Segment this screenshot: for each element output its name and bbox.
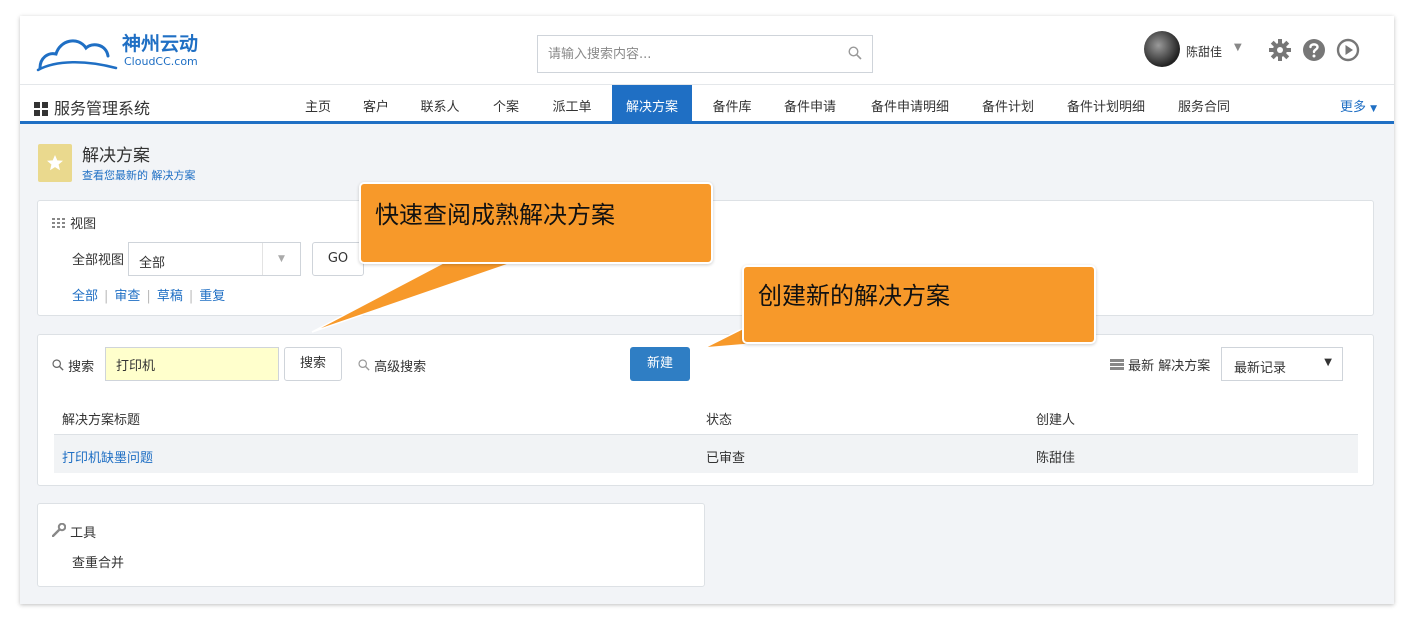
- recent-records-label: 最新 解决方案: [1110, 355, 1210, 374]
- tab-parts-request-detail[interactable]: 备件申请明细: [860, 85, 960, 122]
- caret-down-icon: ▼: [1324, 357, 1332, 368]
- caret-down-icon: ▼: [1370, 104, 1378, 114]
- column-header-title: 解决方案标题: [62, 413, 141, 428]
- view-select-value: 全部: [139, 256, 166, 271]
- chevron-down-icon: ▼: [262, 243, 300, 275]
- tab-parts-plan[interactable]: 备件计划: [972, 85, 1044, 122]
- tab-cases[interactable]: 个案: [482, 85, 530, 122]
- cloud-logo-icon: [36, 39, 118, 72]
- filter-all-link[interactable]: 全部: [72, 289, 98, 304]
- global-search-input[interactable]: [538, 36, 828, 72]
- tab-work-orders[interactable]: 派工单: [542, 85, 602, 122]
- star-icon: [47, 155, 63, 171]
- sort-select-value: 最新记录: [1234, 361, 1287, 376]
- sort-select[interactable]: 最新记录 ▼: [1221, 347, 1343, 381]
- user-name: 陈甜佳: [1186, 45, 1223, 59]
- list-grid-icon: [52, 217, 66, 232]
- page-title: 解决方案: [82, 146, 150, 166]
- view-heading-label: 视图: [70, 217, 97, 232]
- tab-parts-inventory[interactable]: 备件库: [702, 85, 762, 122]
- avatar: [1144, 31, 1180, 67]
- column-header-status: 状态: [706, 413, 733, 428]
- duplicate-merge-link[interactable]: 查重合并: [72, 552, 124, 571]
- search-button[interactable]: 搜索: [284, 347, 342, 381]
- search-label: 搜索: [52, 356, 94, 375]
- app-switcher[interactable]: 服务管理系统: [34, 95, 150, 120]
- brand-name: 神州云动: [122, 33, 199, 55]
- go-button[interactable]: GO: [312, 242, 364, 276]
- filter-draft-link[interactable]: 草稿: [157, 289, 183, 304]
- gear-icon[interactable]: [1268, 38, 1292, 66]
- search-icon: [358, 359, 370, 375]
- app-name: 服务管理系统: [54, 99, 151, 118]
- row-creator: 陈甜佳: [1036, 451, 1076, 466]
- main-nav: 服务管理系统 主页 客户 联系人 个案 派工单 解决方案 备件库 备件申请 备件…: [20, 84, 1394, 124]
- tab-solutions[interactable]: 解决方案: [612, 85, 692, 122]
- row-status: 已审查: [706, 451, 746, 466]
- tools-panel: 工具 查重合并: [37, 503, 705, 587]
- filter-duplicate-link[interactable]: 重复: [199, 289, 225, 304]
- page-subtitle: 查看您最新的 解决方案: [82, 169, 196, 182]
- app-window: 神州云动 CloudCC.com 陈甜佳 ▼: [20, 16, 1394, 604]
- search-panel: 搜索 搜索 高级搜索 新建 最新 解决方案 最新记录 ▼ 解决方案标题 状态 创…: [37, 334, 1374, 486]
- tab-contacts[interactable]: 联系人: [410, 85, 470, 122]
- header-icons: [1268, 38, 1378, 64]
- wrench-icon: [51, 522, 67, 541]
- search-label-text: 搜索: [68, 360, 95, 375]
- new-button[interactable]: 新建: [630, 347, 690, 381]
- global-search: [537, 35, 873, 73]
- tab-accounts[interactable]: 客户: [352, 85, 400, 122]
- filter-reviewed-link[interactable]: 审查: [114, 289, 140, 304]
- recent-records-text: 最新 解决方案: [1128, 359, 1211, 374]
- play-icon[interactable]: [1336, 38, 1360, 66]
- more-tabs-label: 更多: [1340, 100, 1367, 115]
- tab-parts-plan-detail[interactable]: 备件计划明细: [1056, 85, 1156, 122]
- search-icon[interactable]: [848, 46, 862, 64]
- caret-down-icon: ▼: [1234, 42, 1242, 53]
- view-filter-links: 全部 | 审查 | 草稿 | 重复: [72, 289, 226, 304]
- search-icon: [52, 359, 64, 375]
- list-icon: [1110, 359, 1124, 374]
- callout-quick-view: 快速查阅成熟解决方案: [359, 182, 713, 264]
- advanced-search-link[interactable]: 高级搜索: [358, 356, 426, 375]
- tools-heading: 工具: [51, 522, 97, 541]
- table-row: 打印机缺墨问题 已审查 陈甜佳: [54, 435, 1358, 473]
- advanced-search-label: 高级搜索: [374, 360, 427, 375]
- view-select-label: 全部视图: [72, 253, 125, 268]
- tab-parts-request[interactable]: 备件申请: [774, 85, 846, 122]
- top-header: 神州云动 CloudCC.com 陈甜佳 ▼: [20, 16, 1394, 84]
- brand-logo[interactable]: 神州云动 CloudCC.com: [36, 26, 216, 74]
- tools-heading-label: 工具: [70, 526, 97, 541]
- more-tabs-menu[interactable]: 更多 ▼: [1340, 85, 1377, 132]
- view-select[interactable]: 全部 ▼: [128, 242, 301, 276]
- row-title-link[interactable]: 打印机缺墨问题: [62, 447, 153, 466]
- table-header: 解决方案标题 状态 创建人: [54, 395, 1358, 435]
- tab-home[interactable]: 主页: [294, 85, 342, 122]
- help-icon[interactable]: [1302, 38, 1326, 66]
- keyword-input[interactable]: [105, 347, 279, 381]
- solutions-table: 解决方案标题 状态 创建人 打印机缺墨问题 已审查 陈甜佳: [54, 395, 1358, 473]
- view-heading: 视图: [52, 213, 96, 232]
- callout-create-new: 创建新的解决方案: [742, 265, 1096, 344]
- brand-subtitle: CloudCC.com: [124, 55, 198, 68]
- column-header-creator: 创建人: [1036, 413, 1076, 428]
- tab-service-contracts[interactable]: 服务合同: [1168, 85, 1240, 122]
- grid-icon: [34, 101, 48, 120]
- page-title-icon-box: [38, 144, 72, 182]
